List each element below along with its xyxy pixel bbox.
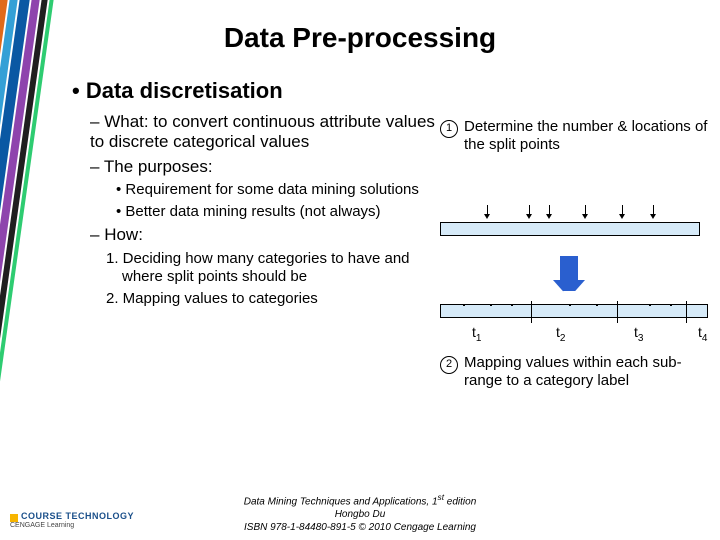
label-t3: t3 (634, 324, 643, 344)
footer-line3: ISBN 978-1-84480-891-5 © 2010 Cengage Le… (0, 522, 720, 535)
slide-title: Data Pre-processing (0, 22, 720, 54)
split-arrow-icon (529, 205, 530, 215)
category-bar (440, 304, 708, 318)
split-arrow-icon (622, 205, 623, 215)
decorative-stripe (0, 0, 60, 540)
value-marker-icon (505, 291, 519, 305)
split-arrow-icon (487, 205, 488, 215)
footer-line1: Data Mining Techniques and Applications,… (0, 492, 720, 509)
annotation-2-text: Mapping values within each sub-range to … (464, 354, 710, 390)
bullet-how: How: (90, 225, 442, 245)
separator (686, 301, 687, 323)
bullet-how-1: 1. Deciding how many categories to have … (106, 250, 442, 286)
value-marker-icon (590, 291, 604, 305)
annotation-1-text: Determine the number & locations of the … (464, 118, 710, 154)
circled-two-icon: 2 (440, 356, 458, 374)
annotation-1: 1 Determine the number & locations of th… (440, 118, 710, 154)
bullet-level1: Data discretisation (72, 78, 442, 104)
label-t4: t4 (698, 324, 707, 344)
annotation-2: 2 Mapping values within each sub-range t… (440, 354, 710, 390)
categories-diagram (440, 304, 708, 318)
label-t1: t1 (472, 324, 481, 344)
number-line-bar (440, 222, 700, 236)
split-points-diagram (440, 222, 700, 236)
bullet-what: What: to convert continuous attribute va… (90, 112, 442, 153)
split-arrow-icon (653, 205, 654, 215)
separator (617, 301, 618, 323)
value-marker-icon (484, 291, 498, 305)
value-marker-icon (457, 291, 471, 305)
label-t2: t2 (556, 324, 565, 344)
split-arrow-icon (549, 205, 550, 215)
separator (531, 301, 532, 323)
footer-line2: Hongbo Du (0, 509, 720, 522)
slide: Data Pre-processing Data discretisation … (0, 0, 720, 540)
slide-footer: Data Mining Techniques and Applications,… (0, 492, 720, 534)
value-marker-icon (563, 291, 577, 305)
value-marker-icon (664, 291, 678, 305)
bullet-purposes: The purposes: (90, 157, 442, 177)
bullet-purpose-2: Better data mining results (not always) (116, 203, 442, 221)
bullet-purpose-1: Requirement for some data mining solutio… (116, 181, 442, 199)
value-marker-icon (643, 291, 657, 305)
split-arrow-icon (585, 205, 586, 215)
body-text: Data discretisation What: to convert con… (72, 78, 442, 312)
bullet-how-2: 2. Mapping values to categories (106, 290, 442, 308)
circled-one-icon: 1 (440, 120, 458, 138)
